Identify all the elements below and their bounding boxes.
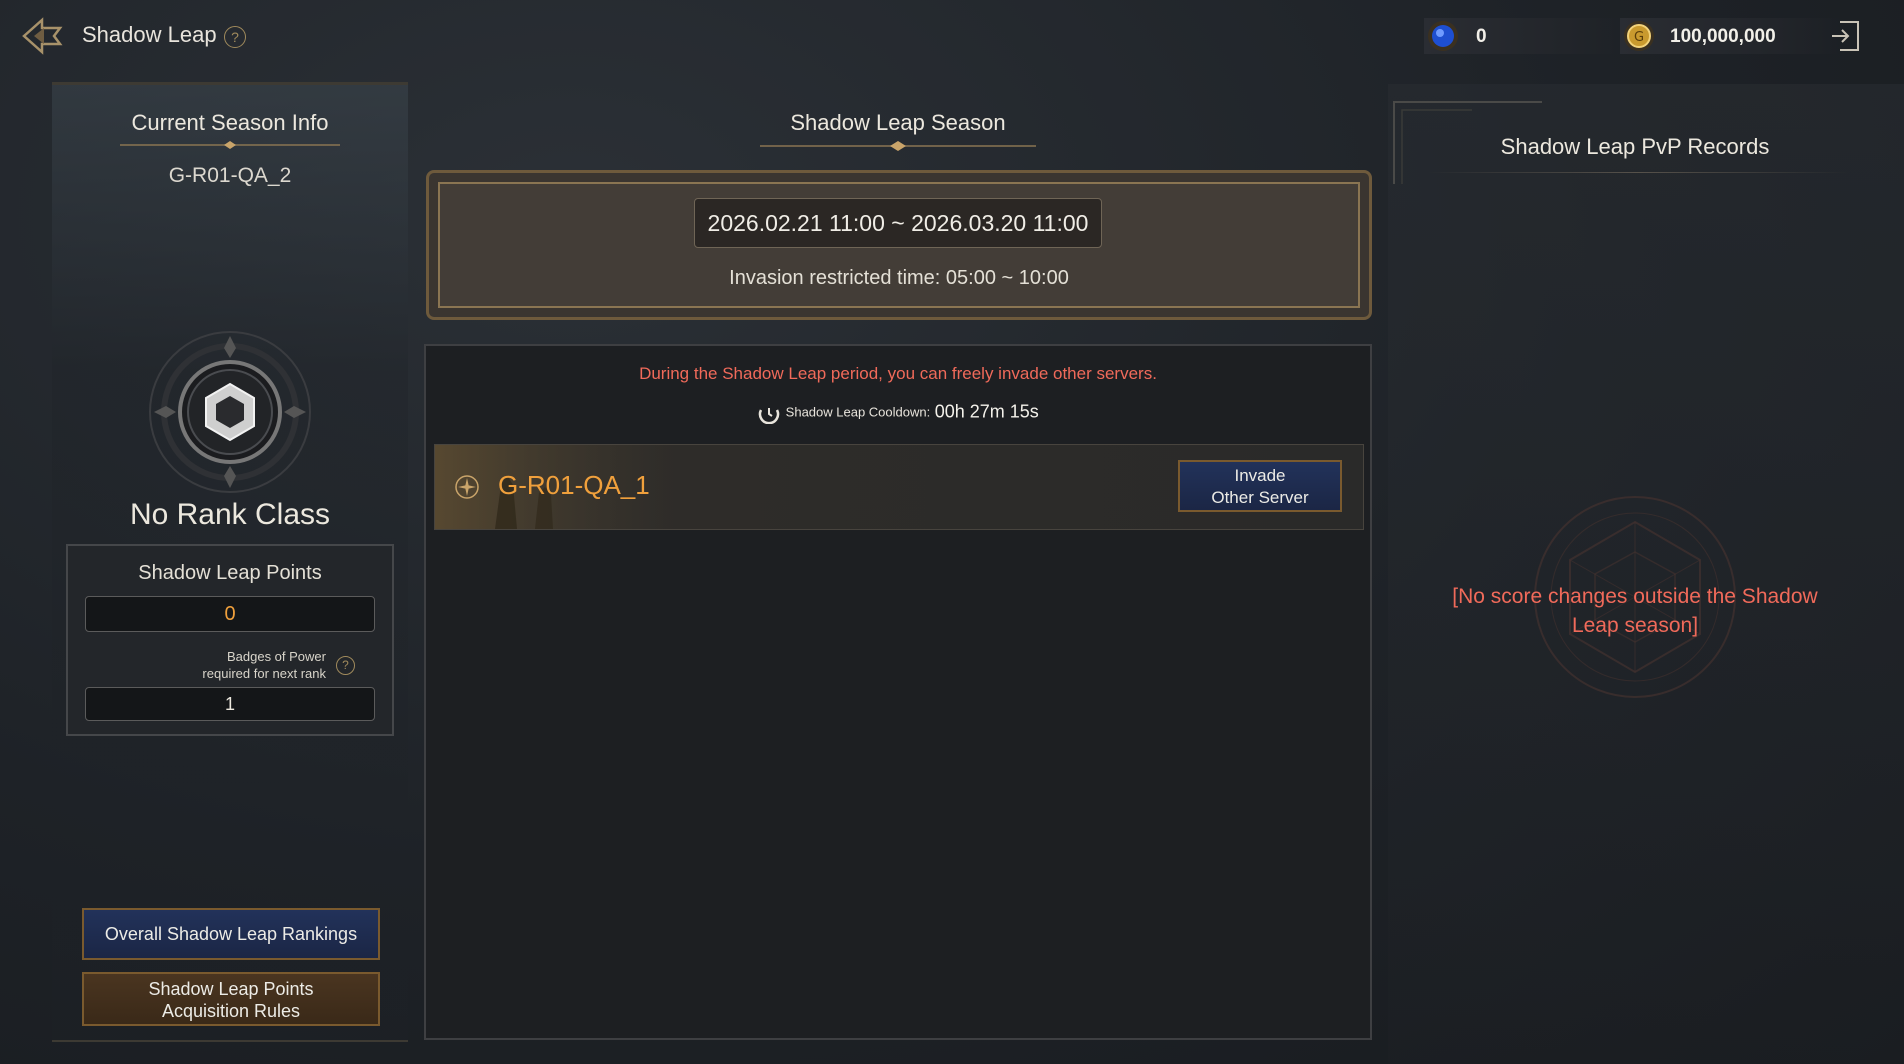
cooldown-row: Shadow Leap Cooldown: 00h 27m 15s bbox=[424, 400, 1372, 424]
rank-emblem-icon bbox=[149, 331, 311, 493]
no-score-line2: Leap season] bbox=[1571, 614, 1699, 637]
gold-coin-icon: G bbox=[1624, 21, 1654, 51]
gem-currency: 0 bbox=[1424, 18, 1624, 54]
divider bbox=[1428, 172, 1848, 173]
compass-icon bbox=[455, 475, 479, 499]
cooldown-label: Shadow Leap Cooldown: bbox=[785, 404, 931, 420]
invade-button-line2: Other Server bbox=[1211, 488, 1309, 507]
rules-button-line1: Shadow Leap Points bbox=[148, 979, 314, 999]
no-score-message: [No score changes outside the Shadow Lea… bbox=[1420, 582, 1850, 640]
season-info-heading: Current Season Info bbox=[131, 110, 329, 135]
gem-amount: 0 bbox=[1476, 26, 1487, 47]
back-arrow-icon[interactable] bbox=[20, 14, 66, 58]
invasion-notice: During the Shadow Leap period, you can f… bbox=[639, 364, 1157, 383]
points-heading: Shadow Leap Points bbox=[138, 562, 322, 584]
gold-currency: G 100,000,000 bbox=[1620, 18, 1840, 54]
next-rank-value: 1 bbox=[85, 687, 375, 721]
page-title: Shadow Leap bbox=[82, 22, 217, 47]
ornament-divider bbox=[760, 141, 1036, 151]
points-value: 0 bbox=[85, 596, 375, 632]
badges-label-line2: required for next rank bbox=[202, 666, 326, 681]
season-date-range: 2026.02.21 11:00 ~ 2026.03.20 11:00 bbox=[694, 198, 1102, 248]
cooldown-time: 00h 27m 15s bbox=[934, 401, 1039, 422]
badges-required-label: Badges of Power required for next rank bbox=[140, 648, 326, 682]
badges-label-line1: Badges of Power bbox=[226, 649, 326, 664]
points-rules-button[interactable]: Shadow Leap Points Acquisition Rules bbox=[82, 972, 380, 1026]
no-score-line1: [No score changes outside the Shadow bbox=[1452, 585, 1818, 608]
rank-class-label: No Rank Class bbox=[129, 498, 331, 531]
restricted-time-label: Invasion restricted time: 05:00 ~ 10:00 bbox=[729, 267, 1069, 289]
blue-gem-icon bbox=[1428, 21, 1458, 51]
invade-button-line1: Invade bbox=[1234, 466, 1286, 485]
server-name: G-R01-QA_1 bbox=[498, 470, 650, 500]
divider bbox=[52, 1040, 408, 1042]
cooldown-icon bbox=[758, 408, 780, 424]
invade-other-server-button[interactable]: Invade Other Server bbox=[1178, 460, 1342, 512]
help-icon[interactable]: ? bbox=[336, 656, 355, 675]
help-icon[interactable]: ? bbox=[224, 26, 246, 48]
gold-amount: 100,000,000 bbox=[1670, 26, 1776, 47]
season-name: G-R01-QA_2 bbox=[168, 164, 292, 187]
exit-icon[interactable] bbox=[1828, 18, 1862, 54]
pvp-records-heading: Shadow Leap PvP Records bbox=[1500, 134, 1770, 159]
overall-rankings-button[interactable]: Overall Shadow Leap Rankings bbox=[82, 908, 380, 960]
svg-text:G: G bbox=[1634, 30, 1644, 45]
rules-button-line2: Acquisition Rules bbox=[161, 1001, 301, 1021]
season-heading: Shadow Leap Season bbox=[790, 110, 1006, 135]
ornament-divider bbox=[120, 141, 340, 149]
